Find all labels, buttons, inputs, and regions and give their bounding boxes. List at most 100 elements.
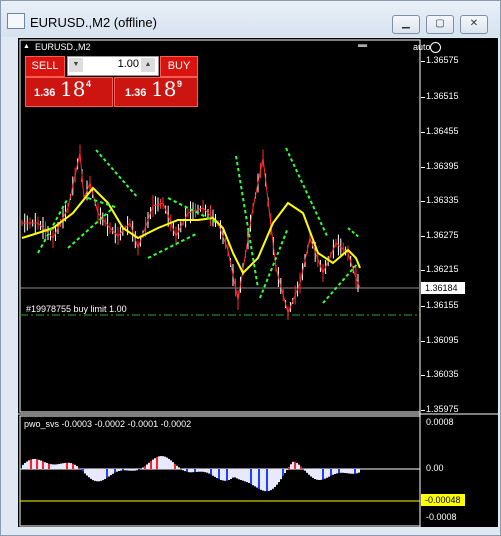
lot-increase-button[interactable]: ▲ (141, 58, 155, 72)
band-dash (110, 166, 115, 171)
band-dash (284, 230, 288, 234)
band-dash (252, 257, 255, 262)
indicator-bar (202, 469, 204, 472)
indicator-bar (234, 469, 236, 478)
band-dash (307, 195, 311, 200)
indicator-bar (144, 466, 146, 469)
band-dash (351, 230, 355, 234)
indicator-bar (324, 469, 326, 479)
indicator-bar (270, 469, 272, 491)
price-tick: 1.36455 (426, 126, 459, 136)
indicator-bar (76, 466, 78, 469)
indicator-bar (66, 462, 68, 470)
indicator-bar (228, 469, 230, 480)
indicator-bar (58, 463, 60, 469)
band-dash (265, 278, 269, 283)
band-dash (244, 209, 247, 214)
indicator-bar (280, 469, 282, 480)
minimize-button[interactable]: ▁ (392, 15, 420, 34)
band-dash (239, 179, 242, 184)
indicator-bar (278, 469, 280, 483)
moving-average-line (21, 186, 361, 275)
indicator-bar (114, 469, 116, 473)
indicator-bar (78, 467, 80, 470)
band-dash (299, 179, 304, 184)
price-tick: 1.36275 (426, 230, 459, 240)
band-dash (94, 221, 99, 225)
band-dash (89, 225, 94, 229)
close-button[interactable]: ✕ (460, 15, 488, 34)
band-dash (236, 161, 239, 166)
band-dash (133, 192, 138, 197)
indicator-bar (176, 465, 178, 469)
indicator-bar (344, 469, 346, 473)
band-dash (102, 158, 107, 162)
lot-decrease-button[interactable]: ▼ (69, 58, 83, 72)
buy-price-box[interactable]: 1.36 18 9 (114, 77, 198, 107)
indicator-bar (350, 469, 352, 474)
indicator-bar (248, 469, 250, 483)
band-dash (85, 229, 90, 233)
indicator-bar (162, 456, 164, 470)
band-dash (178, 202, 183, 207)
indicator-bar (288, 466, 290, 470)
tick-mark (421, 167, 425, 168)
indicator-label: pwo_svs -0.0003 -0.0002 -0.0001 -0.0002 (24, 419, 192, 429)
indicator-bar (32, 459, 34, 470)
band-dash (238, 173, 241, 178)
band-dashes (37, 147, 359, 304)
band-dash (43, 238, 47, 243)
indicator-bar (168, 458, 170, 469)
tick-mark (421, 341, 425, 342)
indicator-bar (134, 469, 136, 471)
price-tick: 1.36095 (426, 335, 459, 345)
indicator-bar (30, 459, 32, 469)
indicator-bar (190, 469, 192, 473)
band-dash (153, 252, 158, 257)
band-dash (289, 158, 294, 162)
chart-canvas[interactable]: ▲ EURUSD.,M2 ▬ auto SELL ▼ 1.00 ▲ BUY 1.… (18, 38, 498, 527)
band-dash (93, 199, 98, 203)
indicator-tick: 0.00 (426, 463, 444, 473)
band-dash (302, 184, 306, 189)
indicator-bar (226, 469, 228, 481)
indicator-bar (254, 469, 256, 487)
band-dash (184, 205, 189, 209)
indicator-bar (154, 458, 156, 470)
sell-price-box[interactable]: 1.36 18 4 (25, 77, 113, 107)
indicator-bar (206, 469, 208, 473)
indicator-bar (274, 469, 276, 487)
price-tick: 1.36575 (426, 55, 459, 65)
indicator-bar (102, 469, 104, 481)
indicator-bar (186, 469, 188, 472)
indicator-bar (264, 469, 266, 492)
lot-size-stepper[interactable]: ▼ 1.00 ▲ (67, 56, 159, 76)
band-dash (345, 273, 350, 277)
band-dash (37, 249, 41, 254)
price-tick: 1.36515 (426, 91, 459, 101)
price-tick: 1.36215 (426, 264, 459, 274)
indicator-bar (90, 469, 92, 479)
buy-button[interactable]: BUY (160, 56, 198, 77)
band-dash (191, 233, 196, 237)
band-dash (274, 256, 278, 261)
band-dash (276, 251, 280, 256)
indicator-bar (22, 464, 24, 469)
band-dash (107, 209, 112, 213)
indicator-bar (284, 469, 286, 473)
band-dash (106, 162, 111, 167)
collapse-handle[interactable]: ▬ (358, 39, 367, 49)
indicator-bar (276, 469, 278, 485)
title-bar[interactable]: EURUSD.,M2 (offline) ▁ ▢ ✕ (1, 1, 500, 37)
band-dash (285, 147, 289, 152)
band-dash (243, 203, 246, 208)
symbol-menu-arrow[interactable]: ▲ (23, 43, 30, 50)
band-dash (186, 236, 191, 240)
band-dash (99, 153, 103, 158)
buy-price-sup: 9 (177, 79, 183, 89)
maximize-button[interactable]: ▢ (426, 15, 454, 34)
lot-size-value[interactable]: 1.00 (84, 58, 139, 70)
band-dash (269, 267, 273, 272)
sell-button[interactable]: SELL (25, 56, 65, 77)
order-line-label[interactable]: #19978755 buy limit 1.00 (26, 304, 127, 314)
